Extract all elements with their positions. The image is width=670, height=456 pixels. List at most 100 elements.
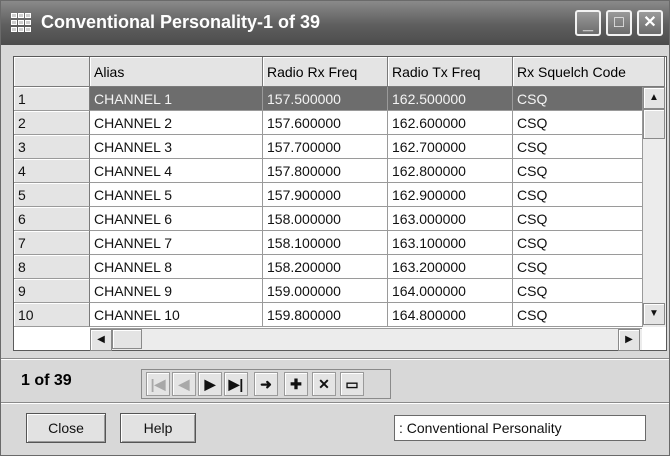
prior-record-button[interactable]: ◀ <box>172 372 196 396</box>
tx-freq-cell[interactable]: 162.500000 <box>388 87 513 111</box>
arrow-right-icon: ➜ <box>260 376 272 392</box>
column-header-alias[interactable]: Alias <box>90 57 263 87</box>
tx-freq-cell[interactable]: 162.600000 <box>388 111 513 135</box>
alias-cell[interactable]: CHANNEL 5 <box>90 183 263 207</box>
column-header-rx-squelch[interactable]: Rx Squelch Code <box>513 57 665 87</box>
row-header-corner[interactable] <box>14 57 90 87</box>
alias-cell[interactable]: CHANNEL 7 <box>90 231 263 255</box>
rx-squelch-cell[interactable]: CSQ <box>513 279 643 303</box>
rx-squelch-cell[interactable]: CSQ <box>513 135 643 159</box>
alias-cell[interactable]: CHANNEL 8 <box>90 255 263 279</box>
alias-cell[interactable]: CHANNEL 9 <box>90 279 263 303</box>
row-number[interactable]: 3 <box>14 135 90 159</box>
next-record-button[interactable]: ▶ <box>198 372 222 396</box>
rx-freq-cell[interactable]: 159.000000 <box>263 279 388 303</box>
table-row[interactable]: 3 CHANNEL 3 157.700000 162.700000 CSQ <box>14 135 643 159</box>
rx-squelch-cell[interactable]: CSQ <box>513 183 643 207</box>
scroll-up-button[interactable]: ▲ <box>643 87 665 109</box>
status-field: : Conventional Personality <box>394 415 646 441</box>
rx-squelch-cell[interactable]: CSQ <box>513 303 643 327</box>
tx-freq-cell[interactable]: 163.000000 <box>388 207 513 231</box>
tx-freq-cell[interactable]: 162.800000 <box>388 159 513 183</box>
table-row[interactable]: 6 CHANNEL 6 158.000000 163.000000 CSQ <box>14 207 643 231</box>
rx-squelch-cell[interactable]: CSQ <box>513 231 643 255</box>
minimize-button[interactable]: _ <box>575 10 601 36</box>
rx-squelch-cell[interactable]: CSQ <box>513 255 643 279</box>
alias-cell[interactable]: CHANNEL 6 <box>90 207 263 231</box>
tx-freq-cell[interactable]: 162.700000 <box>388 135 513 159</box>
first-icon: |◀ <box>150 376 166 392</box>
scroll-down-button[interactable]: ▼ <box>643 303 665 325</box>
tx-freq-cell[interactable]: 163.200000 <box>388 255 513 279</box>
rx-freq-cell[interactable]: 157.600000 <box>263 111 388 135</box>
scroll-left-button[interactable]: ◀ <box>90 329 112 351</box>
close-button[interactable]: Close <box>26 413 106 443</box>
row-number[interactable]: 9 <box>14 279 90 303</box>
next-icon: ▶ <box>204 376 216 392</box>
alias-cell[interactable]: CHANNEL 4 <box>90 159 263 183</box>
rx-freq-cell[interactable]: 158.100000 <box>263 231 388 255</box>
folder-button[interactable]: ▭ <box>340 372 364 396</box>
row-number[interactable]: 8 <box>14 255 90 279</box>
rx-freq-cell[interactable]: 158.200000 <box>263 255 388 279</box>
channel-grid[interactable]: Alias Radio Rx Freq Radio Tx Freq Rx Squ… <box>13 56 667 351</box>
delete-record-button[interactable]: ✕ <box>312 372 336 396</box>
close-window-button[interactable]: ✕ <box>637 10 663 36</box>
rx-squelch-cell[interactable]: CSQ <box>513 111 643 135</box>
last-record-button[interactable]: ▶| <box>224 372 248 396</box>
column-header-rx-freq[interactable]: Radio Rx Freq <box>263 57 388 87</box>
row-number[interactable]: 2 <box>14 111 90 135</box>
tx-freq-cell[interactable]: 164.000000 <box>388 279 513 303</box>
table-row[interactable]: 4 CHANNEL 4 157.800000 162.800000 CSQ <box>14 159 643 183</box>
table-row[interactable]: 9 CHANNEL 9 159.000000 164.000000 CSQ <box>14 279 643 303</box>
horizontal-scrollbar[interactable]: ◀ ▶ <box>90 328 642 351</box>
tx-freq-cell[interactable]: 164.800000 <box>388 303 513 327</box>
rx-freq-cell[interactable]: 158.000000 <box>263 207 388 231</box>
table-row[interactable]: 8 CHANNEL 8 158.200000 163.200000 CSQ <box>14 255 643 279</box>
column-header-tx-freq[interactable]: Radio Tx Freq <box>388 57 513 87</box>
conventional-personality-window: Conventional Personality-1 of 39 _ □ ✕ A… <box>0 0 670 456</box>
rx-freq-cell[interactable]: 157.800000 <box>263 159 388 183</box>
row-number[interactable]: 1 <box>14 87 90 111</box>
alias-cell[interactable]: CHANNEL 10 <box>90 303 263 327</box>
tx-freq-cell[interactable]: 162.900000 <box>388 183 513 207</box>
row-number[interactable]: 7 <box>14 231 90 255</box>
rx-freq-cell[interactable]: 157.500000 <box>263 87 388 111</box>
table-row[interactable]: 1 CHANNEL 1 157.500000 162.500000 CSQ <box>14 87 643 111</box>
record-navigator: |◀ ◀ ▶ ▶| ➜ ✚ ✕ ▭ <box>141 369 391 399</box>
row-number[interactable]: 6 <box>14 207 90 231</box>
horizontal-scroll-thumb[interactable] <box>112 329 142 349</box>
divider <box>1 402 669 404</box>
rx-freq-cell[interactable]: 157.700000 <box>263 135 388 159</box>
rx-freq-cell[interactable]: 157.900000 <box>263 183 388 207</box>
maximize-button[interactable]: □ <box>606 10 632 36</box>
title-bar[interactable]: Conventional Personality-1 of 39 _ □ ✕ <box>1 1 669 45</box>
vertical-scroll-thumb[interactable] <box>643 109 665 139</box>
alias-cell[interactable]: CHANNEL 2 <box>90 111 263 135</box>
minimize-icon: _ <box>582 13 593 33</box>
first-record-button[interactable]: |◀ <box>146 372 170 396</box>
go-to-record-button[interactable]: ➜ <box>254 372 278 396</box>
alias-cell[interactable]: CHANNEL 1 <box>90 87 263 111</box>
alias-cell[interactable]: CHANNEL 3 <box>90 135 263 159</box>
rx-squelch-cell[interactable]: CSQ <box>513 87 643 111</box>
row-number[interactable]: 4 <box>14 159 90 183</box>
tx-freq-cell[interactable]: 163.100000 <box>388 231 513 255</box>
table-row[interactable]: 10 CHANNEL 10 159.800000 164.800000 CSQ <box>14 303 643 327</box>
table-row[interactable]: 7 CHANNEL 7 158.100000 163.100000 CSQ <box>14 231 643 255</box>
insert-record-button[interactable]: ✚ <box>284 372 308 396</box>
prior-icon: ◀ <box>178 376 190 392</box>
delete-x-icon: ✕ <box>318 376 330 392</box>
table-row[interactable]: 5 CHANNEL 5 157.900000 162.900000 CSQ <box>14 183 643 207</box>
row-number[interactable]: 10 <box>14 303 90 327</box>
table-row[interactable]: 2 CHANNEL 2 157.600000 162.600000 CSQ <box>14 111 643 135</box>
help-button[interactable]: Help <box>120 413 196 443</box>
vertical-scrollbar[interactable]: ▲ ▼ <box>642 87 666 327</box>
divider <box>1 358 669 360</box>
row-number[interactable]: 5 <box>14 183 90 207</box>
rx-squelch-cell[interactable]: CSQ <box>513 159 643 183</box>
rx-freq-cell[interactable]: 159.800000 <box>263 303 388 327</box>
rx-squelch-cell[interactable]: CSQ <box>513 207 643 231</box>
arrow-down-icon: ▼ <box>649 308 659 319</box>
scroll-right-button[interactable]: ▶ <box>618 329 640 351</box>
